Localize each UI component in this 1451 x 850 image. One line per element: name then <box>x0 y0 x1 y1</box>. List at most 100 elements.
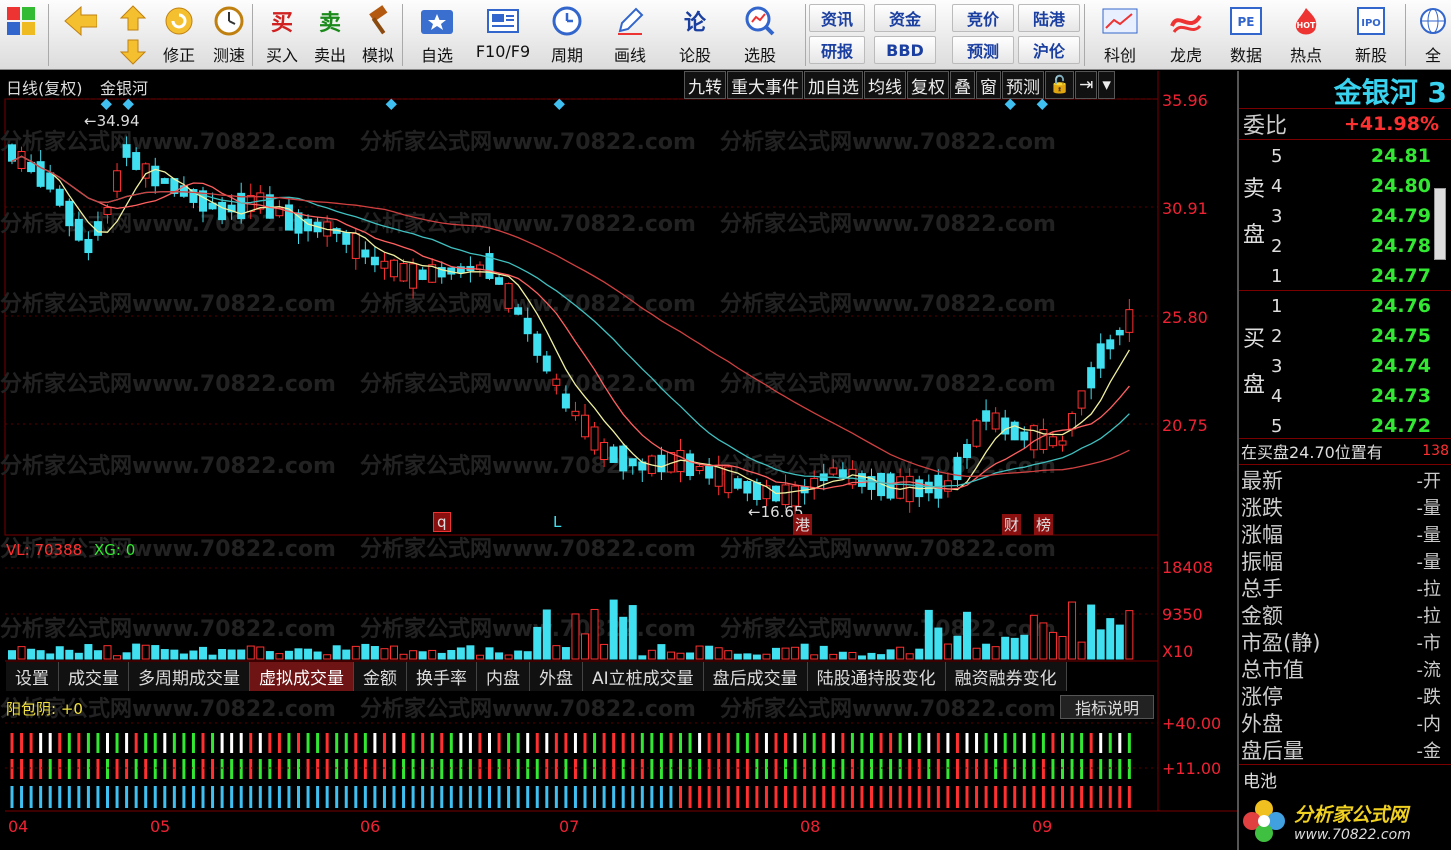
buy-level-row[interactable]: 4 24.73 <box>1271 381 1439 411</box>
indicator-tab[interactable]: 外盘 <box>530 662 583 691</box>
toolbar-button-windows-logo[interactable] <box>0 0 42 70</box>
event-tag-hk[interactable]: 港 <box>793 514 813 535</box>
toolbar-button-back-arrow[interactable] <box>52 0 106 70</box>
toolbar-mini-button[interactable]: 沪伦 <box>1018 36 1080 64</box>
indicator-bar <box>1080 786 1084 808</box>
volume-bar <box>829 653 838 660</box>
level-price: 24.81 <box>1370 145 1431 167</box>
toolbar-button-dragon-tiger[interactable]: 龙虎 <box>1157 0 1215 70</box>
toolbar-button-sell[interactable]: 卖卖出 <box>308 0 352 70</box>
indicator-tab[interactable]: 融资融券变化 <box>945 662 1067 691</box>
buy-level-row[interactable]: 3 24.74 <box>1271 351 1439 381</box>
up-down-arrows[interactable] <box>116 2 150 68</box>
event-tag-l[interactable]: L <box>553 513 561 531</box>
toolbar-mini-button[interactable]: 陆港 <box>1018 4 1080 32</box>
event-tag-q[interactable]: q <box>433 512 451 532</box>
toolbar-button-stock-picker[interactable]: 选股 <box>730 0 790 70</box>
indicator-tab[interactable]: 成交量 <box>59 662 129 691</box>
chart-tab[interactable]: 叠 <box>950 71 975 99</box>
indicator-bar <box>10 733 14 753</box>
indicator-bar <box>870 759 873 779</box>
indicator-help-button[interactable]: 指标说明 <box>1060 695 1154 719</box>
indicator-tab[interactable]: 多周期成交量 <box>129 662 250 691</box>
volume-bar <box>17 646 26 660</box>
indicator-bar <box>211 786 215 808</box>
indicator-tab[interactable]: 设置 <box>6 662 59 691</box>
kline-chart-area[interactable]: 分析家公式网www.70822.com 分析家公式网www.70822.com 分析… <box>0 71 1237 850</box>
volume-bar <box>189 650 198 660</box>
panel-scrollbar[interactable] <box>1434 188 1446 260</box>
toolbar-button-sci-tech[interactable]: 科创 <box>1090 0 1150 70</box>
toolbar-button-speed-test[interactable]: 测速 <box>206 0 252 70</box>
toolbar-mini-button[interactable]: 研报 <box>809 36 865 64</box>
indicator-tab[interactable]: 虚拟成交量 <box>250 662 354 691</box>
sell-level-row[interactable]: 4 24.80 <box>1271 171 1439 201</box>
indicator-bar <box>803 733 807 753</box>
chart-tab[interactable]: ▾ <box>1098 71 1115 99</box>
sell-level-row[interactable]: 1 24.77 <box>1271 261 1439 291</box>
globe-icon <box>1415 4 1451 38</box>
sell-level-row[interactable]: 2 24.78 <box>1271 231 1439 261</box>
buy-level-row[interactable]: 1 24.76 <box>1271 291 1439 321</box>
toolbar-button-clock[interactable]: 周期 <box>540 0 594 70</box>
toolbar-mini-button[interactable]: 资讯 <box>809 4 865 32</box>
indicator-bar <box>774 733 778 753</box>
chart-tab[interactable]: 九转 <box>684 71 726 99</box>
toolbar-button-hammer[interactable]: 模拟 <box>355 0 401 70</box>
toolbar-mini-button[interactable]: 预测 <box>952 36 1014 64</box>
sell-level-row[interactable]: 5 24.81 <box>1271 141 1439 171</box>
toolbar-button-label: 新股 <box>1354 46 1387 65</box>
candle-body <box>380 260 389 269</box>
chart-tab[interactable]: 窗 <box>976 71 1001 99</box>
chart-tab[interactable]: 加自选 <box>804 71 863 99</box>
price-axis-label-4: 20.75 <box>1162 416 1208 435</box>
sell-level-row[interactable]: 3 24.79 <box>1271 201 1439 231</box>
toolbar-button-buy[interactable]: 买买入 <box>260 0 304 70</box>
hot-icon: HOT <box>1288 4 1324 38</box>
indicator-bar <box>917 733 921 753</box>
toolbar-button-discuss[interactable]: 论论股 <box>665 0 725 70</box>
toolbar-button-revise[interactable]: 修正 <box>156 0 202 70</box>
indicator-bar <box>182 733 186 753</box>
indicator-bar <box>67 759 71 779</box>
indicator-tab[interactable]: 金额 <box>354 662 407 691</box>
chart-tab[interactable]: 预测 <box>1002 71 1044 99</box>
indicator-bar <box>1013 759 1017 779</box>
kline-chart-svg[interactable]: 分析家公式网www.70822.com 分析家公式网www.70822.com 分析… <box>0 71 1237 850</box>
indicator-tab[interactable]: 盘后成交量 <box>703 662 808 691</box>
indicator-bar <box>277 759 281 779</box>
stock-picker-icon <box>742 4 778 38</box>
quote-value: -拉 <box>1416 578 1442 600</box>
toolbar-button-f10[interactable]: F10/F9 <box>470 0 536 70</box>
indicator-tab[interactable]: 换手率 <box>407 662 477 691</box>
chart-tab[interactable]: ⇥ <box>1075 71 1098 99</box>
chart-tab[interactable]: 均线 <box>864 71 906 99</box>
chart-tab[interactable]: 🔓 <box>1045 71 1075 99</box>
event-tag-finance[interactable]: 财 <box>1002 514 1022 535</box>
buy-level-row[interactable]: 5 24.72 <box>1271 411 1439 441</box>
toolbar-mini-button[interactable]: BBD <box>874 36 936 64</box>
chart-tab[interactable]: 复权 <box>907 71 949 99</box>
indicator-bar <box>287 733 291 753</box>
toolbar-button-hot[interactable]: HOT 热点 <box>1277 0 1335 70</box>
chart-tab[interactable]: 重大事件 <box>727 71 803 99</box>
toolbar-button-globe[interactable]: 全 <box>1415 0 1451 70</box>
event-tag-board[interactable]: 榜 <box>1034 514 1054 535</box>
toolbar-mini-button[interactable]: 竞价 <box>952 4 1014 32</box>
volume-bar <box>695 645 704 660</box>
toolbar-mini-button[interactable]: 资金 <box>874 4 936 32</box>
toolbar-button-pe-data[interactable]: PE 数据 <box>1217 0 1275 70</box>
candle-body <box>74 218 83 241</box>
indicator-tab[interactable]: AI立桩成交量 <box>583 662 704 691</box>
indicator-axis-label-2: +11.00 <box>1162 759 1222 778</box>
buy-level-row[interactable]: 2 24.75 <box>1271 321 1439 351</box>
volume-bar <box>1087 604 1096 660</box>
indicator-bar <box>497 786 501 808</box>
toolbar-button-star[interactable]: 自选 <box>410 0 464 70</box>
toolbar-button-label: 修正 <box>162 46 195 65</box>
indicator-bar <box>1013 786 1017 808</box>
toolbar-button-ipo[interactable]: IPO 新股 <box>1340 0 1402 70</box>
toolbar-button-pencil[interactable]: 画线 <box>600 0 660 70</box>
indicator-tab[interactable]: 陆股通持股变化 <box>807 662 946 691</box>
indicator-tab[interactable]: 内盘 <box>477 662 530 691</box>
